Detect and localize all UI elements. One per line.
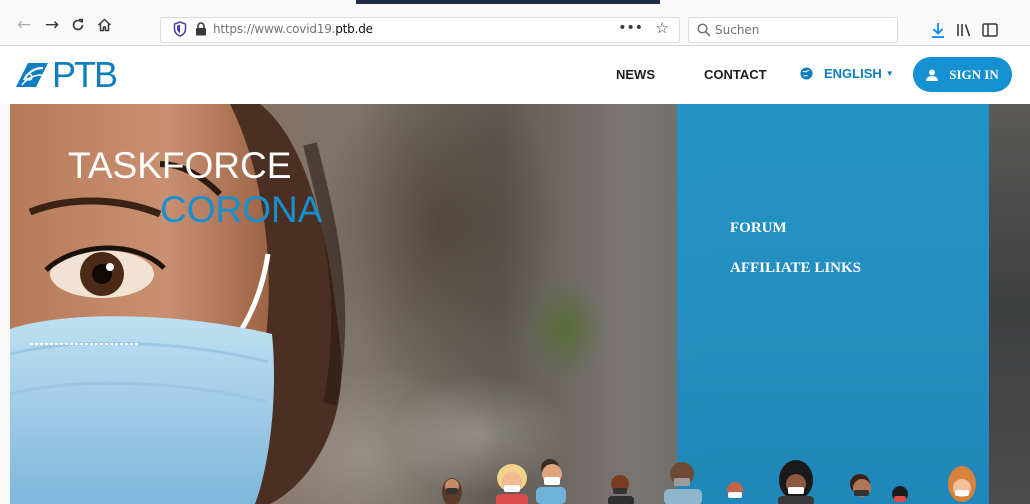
url-prefix: https://www.covid19. xyxy=(213,22,336,36)
chevron-down-icon: ▼ xyxy=(885,69,894,78)
bookmark-star-icon[interactable]: ☆ xyxy=(656,19,669,37)
user-icon xyxy=(926,69,939,81)
url-text[interactable]: https://www.covid19.ptb.de xyxy=(213,22,373,36)
browser-toolbar: ← → https://www.covid19.ptb.de ••• ☆ xyxy=(0,0,1030,46)
hero-title-taskforce: TASKFORCE xyxy=(68,145,292,186)
forward-arrow-icon[interactable]: → xyxy=(40,13,64,37)
home-icon[interactable] xyxy=(92,13,116,37)
tracking-shield-icon[interactable] xyxy=(173,21,187,37)
lock-icon[interactable] xyxy=(195,22,207,36)
panel-link-forum[interactable]: FORUM xyxy=(730,220,787,237)
ptb-emblem-icon xyxy=(16,63,48,87)
panel-link-affiliate[interactable]: AFFILIATE LINKS xyxy=(730,260,861,277)
hero-title-corona: CORONA xyxy=(160,189,323,230)
menu-panel xyxy=(677,104,989,504)
sign-in-label: SIGN IN xyxy=(949,66,999,82)
page-actions-icon[interactable]: ••• xyxy=(618,20,643,36)
nav-news[interactable]: NEWS xyxy=(616,67,655,82)
nav-contact[interactable]: CONTACT xyxy=(704,67,767,82)
logo-text: PTB xyxy=(52,54,118,95)
sidebar-icon[interactable] xyxy=(980,20,1000,40)
language-label: ENGLISH xyxy=(824,66,882,81)
library-icon[interactable] xyxy=(954,20,974,40)
search-icon xyxy=(697,23,711,37)
url-domain: ptb.de xyxy=(335,22,373,36)
masked-people-illustration xyxy=(442,459,976,504)
search-input[interactable] xyxy=(715,21,885,39)
address-bar[interactable]: https://www.covid19.ptb.de ••• ☆ xyxy=(160,17,680,43)
sign-in-button[interactable]: SIGN IN xyxy=(913,57,1012,92)
reload-icon[interactable] xyxy=(66,13,90,37)
active-tab-indicator xyxy=(356,0,660,4)
language-selector[interactable]: ENGLISH ▼ xyxy=(800,66,894,81)
hero-banner: TASKFORCE CORONA FORUM AFFILIATE LINKS xyxy=(10,104,1030,504)
globe-icon xyxy=(800,67,813,80)
back-arrow-icon[interactable]: ← xyxy=(12,13,36,37)
download-icon[interactable] xyxy=(928,20,948,40)
ptb-logo[interactable]: PTB xyxy=(14,54,118,95)
browser-search-bar[interactable] xyxy=(688,17,898,43)
background-strip xyxy=(989,104,1030,504)
